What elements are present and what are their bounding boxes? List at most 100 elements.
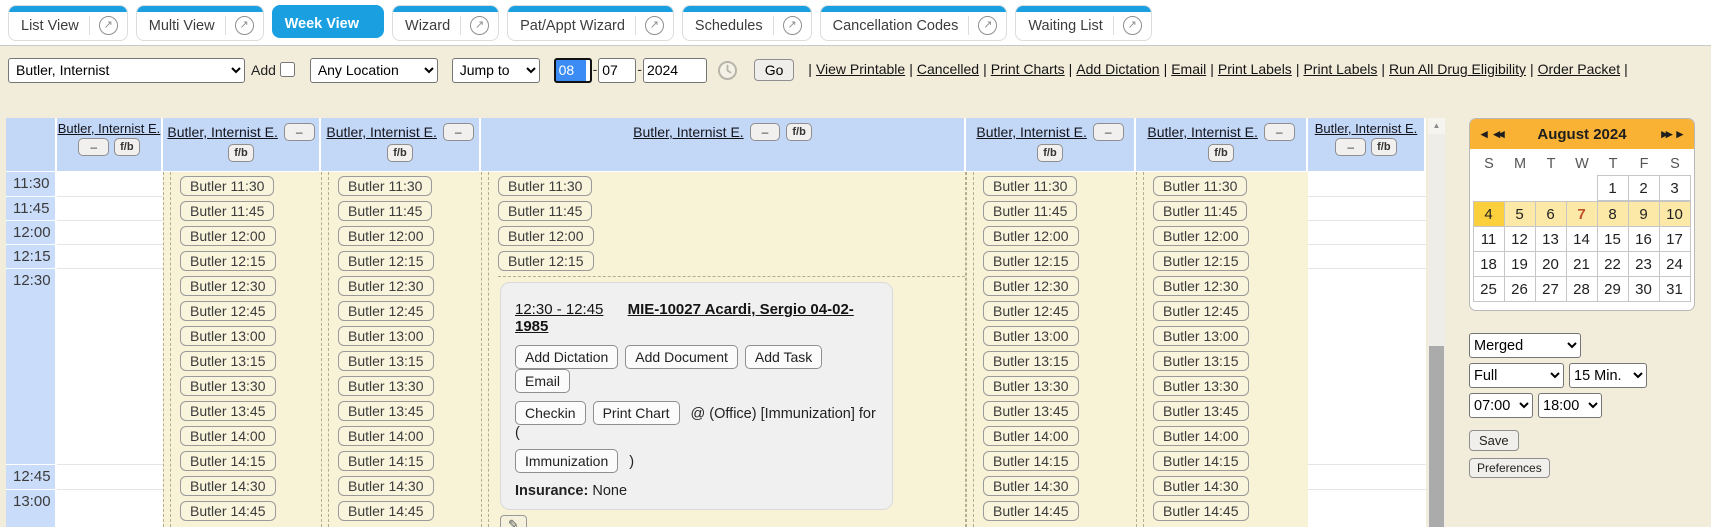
location-select[interactable]: Any Location bbox=[310, 58, 438, 83]
prev-month-arrow-icon[interactable]: ◂ bbox=[1478, 126, 1491, 142]
calendar-day-cell[interactable]: 24 bbox=[1659, 251, 1691, 277]
toolbar-link[interactable]: Add Dictation bbox=[1076, 61, 1159, 77]
appointment-slot-button[interactable]: Butler 14:45 bbox=[180, 501, 276, 521]
calendar-day-cell[interactable]: 3 bbox=[1659, 175, 1691, 201]
appointment-action-button[interactable]: Checkin bbox=[515, 401, 586, 425]
calendar-day-cell[interactable]: 28 bbox=[1566, 276, 1598, 302]
appointment-slot-button[interactable]: Butler 14:30 bbox=[983, 476, 1079, 496]
calendar-day-cell[interactable]: 5 bbox=[1504, 201, 1536, 227]
scroll-up-arrow-icon[interactable]: ▲ bbox=[1428, 118, 1445, 134]
toolbar-link[interactable]: Print Charts bbox=[991, 61, 1065, 77]
collapse-column-button[interactable]: – bbox=[1335, 138, 1366, 156]
calendar-day-cell[interactable]: 13 bbox=[1535, 226, 1567, 252]
appointment-slot-button[interactable]: Butler 11:45 bbox=[983, 201, 1077, 221]
toolbar-link[interactable]: Email bbox=[1171, 61, 1206, 77]
calendar-day-cell[interactable]: 14 bbox=[1566, 226, 1598, 252]
calendar-day-cell[interactable]: 9 bbox=[1628, 201, 1660, 227]
appointment-action-button[interactable]: Add Dictation bbox=[515, 345, 618, 369]
toolbar-link[interactable]: Print Labels bbox=[1303, 61, 1377, 77]
empty-slot-row[interactable] bbox=[57, 490, 163, 527]
empty-slot-row[interactable] bbox=[1308, 490, 1426, 527]
appointment-slot-button[interactable]: Butler 12:00 bbox=[338, 226, 434, 246]
appointment-slot-button[interactable]: Butler 14:45 bbox=[1153, 501, 1249, 521]
view-mode-select[interactable]: Full bbox=[1469, 363, 1564, 388]
appointment-slot-button[interactable]: Butler 12:00 bbox=[1153, 226, 1249, 246]
calendar-day-cell[interactable]: 7 bbox=[1566, 201, 1598, 227]
next-year-arrow-icon[interactable]: ▸▸ bbox=[1658, 126, 1673, 142]
calendar-day-cell[interactable]: 1 bbox=[1597, 175, 1629, 201]
open-new-window-icon[interactable]: ↗ bbox=[99, 16, 118, 35]
appointment-slot-button[interactable]: Butler 13:45 bbox=[180, 401, 276, 421]
tab-week-view[interactable]: Week View bbox=[272, 5, 384, 38]
open-new-window-icon[interactable]: ↗ bbox=[783, 16, 802, 35]
appointment-slot-button[interactable]: Butler 14:00 bbox=[338, 426, 434, 446]
appointment-slot-button[interactable]: Butler 14:00 bbox=[180, 426, 276, 446]
tab-multi-view[interactable]: Multi View↗ bbox=[136, 5, 264, 41]
tab-list-view[interactable]: List View↗ bbox=[8, 5, 128, 41]
calendar-day-cell[interactable]: 16 bbox=[1628, 226, 1660, 252]
appointment-slot-button[interactable]: Butler 11:45 bbox=[498, 201, 592, 221]
appointment-slot-button[interactable]: Butler 13:45 bbox=[1153, 401, 1249, 421]
appointment-slot-button[interactable]: Butler 12:30 bbox=[180, 276, 276, 296]
calendar-day-cell[interactable]: 19 bbox=[1504, 251, 1536, 277]
appointment-slot-button[interactable]: Butler 13:45 bbox=[983, 401, 1079, 421]
appointment-slot-button[interactable]: Butler 14:45 bbox=[983, 501, 1079, 521]
prev-year-arrow-icon[interactable]: ◂◂ bbox=[1491, 126, 1506, 142]
preferences-button[interactable]: Preferences bbox=[1469, 458, 1550, 478]
appointment-slot-button[interactable]: Butler 11:30 bbox=[338, 176, 432, 196]
appointment-slot-button[interactable]: Butler 12:15 bbox=[180, 251, 276, 271]
appointment-slot-button[interactable]: Butler 13:30 bbox=[338, 376, 434, 396]
collapse-column-button[interactable]: – bbox=[1093, 123, 1124, 141]
toolbar-link[interactable]: Run All Drug Eligibility bbox=[1389, 61, 1526, 77]
appointment-slot-button[interactable]: Butler 13:30 bbox=[983, 376, 1079, 396]
calendar-day-cell[interactable]: 15 bbox=[1597, 226, 1629, 252]
appointment-slot-button[interactable]: Butler 12:45 bbox=[180, 301, 276, 321]
appointment-slot-button[interactable]: Butler 13:30 bbox=[180, 376, 276, 396]
empty-slot-row[interactable] bbox=[57, 245, 163, 269]
fb-button[interactable]: f/b bbox=[1371, 138, 1396, 156]
calendar-day-cell[interactable]: 29 bbox=[1597, 276, 1629, 302]
fb-button[interactable]: f/b bbox=[786, 123, 811, 141]
calendar-day-cell[interactable]: 20 bbox=[1535, 251, 1567, 277]
appointment-slot-button[interactable]: Butler 14:30 bbox=[338, 476, 434, 496]
provider-link[interactable]: Butler, Internist E. bbox=[167, 124, 278, 140]
appointment-slot-button[interactable]: Butler 11:30 bbox=[180, 176, 274, 196]
appointment-slot-button[interactable]: Butler 13:15 bbox=[338, 351, 434, 371]
provider-link[interactable]: Butler, Internist E. bbox=[1315, 121, 1418, 136]
edit-pencil-icon[interactable]: ✎ bbox=[500, 515, 527, 527]
calendar-day-cell[interactable]: 4 bbox=[1473, 201, 1505, 227]
appointment-slot-button[interactable]: Butler 12:15 bbox=[338, 251, 434, 271]
calendar-day-cell[interactable]: 30 bbox=[1628, 276, 1660, 302]
appointment-slot-button[interactable]: Butler 12:45 bbox=[1153, 301, 1249, 321]
appointment-slot-button[interactable]: Butler 12:00 bbox=[983, 226, 1079, 246]
fb-button[interactable]: f/b bbox=[228, 144, 253, 162]
date-month-input[interactable] bbox=[554, 58, 592, 83]
appointment-slot-button[interactable]: Butler 12:45 bbox=[338, 301, 434, 321]
appointment-slot-button[interactable]: Butler 13:15 bbox=[180, 351, 276, 371]
appointment-slot-button[interactable]: Butler 14:15 bbox=[1153, 451, 1249, 471]
appointment-slot-button[interactable]: Butler 14:15 bbox=[338, 451, 434, 471]
tab-schedules[interactable]: Schedules↗ bbox=[682, 5, 812, 41]
end-time-select[interactable]: 18:00 bbox=[1538, 393, 1602, 418]
open-new-window-icon[interactable]: ↗ bbox=[1123, 16, 1142, 35]
appointment-slot-button[interactable]: Butler 13:15 bbox=[983, 351, 1079, 371]
appointment-slot-button[interactable]: Butler 12:30 bbox=[983, 276, 1079, 296]
empty-slot-row[interactable] bbox=[57, 269, 163, 465]
next-month-arrow-icon[interactable]: ▸ bbox=[1673, 126, 1686, 142]
appointment-slot-button[interactable]: Butler 11:30 bbox=[498, 176, 592, 196]
open-new-window-icon[interactable]: ↗ bbox=[645, 16, 664, 35]
calendar-day-cell[interactable]: 10 bbox=[1659, 201, 1691, 227]
tab-pat-appt-wizard[interactable]: Pat/Appt Wizard↗ bbox=[507, 5, 674, 41]
provider-link[interactable]: Butler, Internist E. bbox=[633, 124, 744, 140]
provider-select[interactable]: Butler, Internist bbox=[8, 58, 245, 83]
interval-select[interactable]: 15 Min. bbox=[1569, 363, 1647, 388]
calendar-day-cell[interactable]: 12 bbox=[1504, 226, 1536, 252]
appointment-slot-button[interactable]: Butler 14:15 bbox=[180, 451, 276, 471]
empty-slot-row[interactable] bbox=[1308, 172, 1426, 197]
empty-slot-row[interactable] bbox=[1308, 465, 1426, 490]
calendar-day-cell[interactable]: 25 bbox=[1473, 276, 1505, 302]
fb-button[interactable]: f/b bbox=[1037, 144, 1062, 162]
fb-button[interactable]: f/b bbox=[387, 144, 412, 162]
calendar-day-cell[interactable]: 26 bbox=[1504, 276, 1536, 302]
tab-wizard[interactable]: Wizard↗ bbox=[392, 5, 499, 41]
